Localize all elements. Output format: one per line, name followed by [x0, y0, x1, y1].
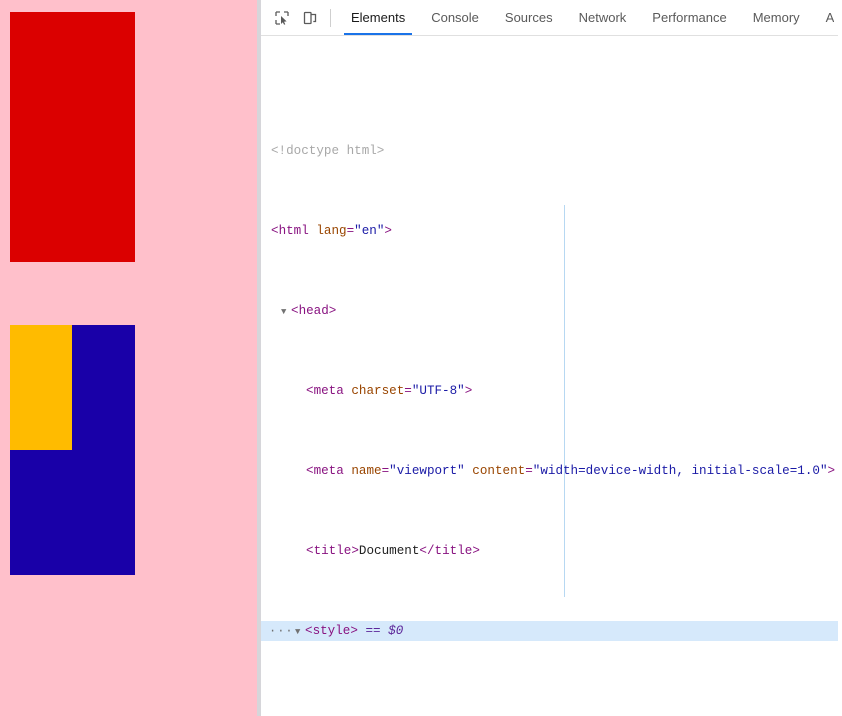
doctype-text: <!doctype html>: [271, 144, 385, 158]
attr-content-value: "width=device-width, initial-scale=1.0": [532, 464, 828, 478]
equals: =: [404, 384, 412, 398]
preview-box3: [10, 325, 72, 450]
dom-line-meta-charset[interactable]: <meta charset="UTF-8">: [261, 381, 838, 401]
angle-open: <: [306, 384, 314, 398]
angle-close: >: [328, 304, 337, 318]
angle-open: <: [306, 544, 314, 558]
devtools-panel: Elements Console Sources Network Perform…: [261, 0, 838, 716]
angle-open-slash: </: [419, 544, 435, 558]
attr-lang: lang: [316, 224, 347, 238]
tab-application[interactable]: A: [813, 0, 835, 35]
tag-title-close: title: [434, 544, 473, 558]
attr-lang-value: "en": [354, 224, 385, 238]
angle-open: <: [271, 224, 279, 238]
tab-memory[interactable]: Memory: [740, 0, 813, 35]
tab-elements[interactable]: Elements: [338, 0, 418, 35]
devtools-tab-strip: Elements Console Sources Network Perform…: [338, 0, 838, 35]
indent-guide: [564, 205, 565, 597]
angle-close: >: [472, 544, 480, 558]
angle-close: >: [827, 464, 836, 478]
inspect-element-icon[interactable]: [268, 0, 296, 35]
dom-line-title[interactable]: <title>Document</title>: [261, 541, 838, 561]
dom-tree[interactable]: <!doctype html> <html lang="en"> ▼ <head>…: [261, 36, 838, 716]
title-text: Document: [358, 544, 420, 558]
expand-triangle-head[interactable]: ▼: [281, 302, 291, 322]
tag-html: html: [278, 224, 309, 238]
dom-line-style-selected[interactable]: ··· ▼ <style> == $0: [261, 621, 838, 641]
angle-close: >: [464, 384, 473, 398]
tab-performance[interactable]: Performance: [639, 0, 739, 35]
dom-line-head-open[interactable]: ▼ <head>: [261, 301, 838, 321]
tag-title: title: [313, 544, 352, 558]
attr-charset-value: "UTF-8": [411, 384, 465, 398]
tag-meta: meta: [313, 464, 344, 478]
tag-meta: meta: [313, 384, 344, 398]
tab-console[interactable]: Console: [418, 0, 492, 35]
attr-name-value: "viewport": [389, 464, 465, 478]
devtools-window: Elements Console Sources Network Perform…: [0, 0, 842, 716]
attr-charset: charset: [351, 384, 405, 398]
preview-box1: [10, 12, 135, 262]
rendered-page-preview: [0, 0, 261, 716]
devtools-toolbar: Elements Console Sources Network Perform…: [261, 0, 838, 36]
tab-network[interactable]: Network: [566, 0, 640, 35]
attr-name: name: [351, 464, 382, 478]
toolbar-separator: [330, 8, 331, 27]
equals: =: [525, 464, 533, 478]
more-options-badge[interactable]: ···: [269, 621, 294, 641]
angle-open: <: [305, 624, 313, 638]
tab-sources[interactable]: Sources: [492, 0, 566, 35]
tag-head: head: [298, 304, 329, 318]
dom-line-html-open[interactable]: <html lang="en">: [261, 221, 838, 241]
angle-open: <: [291, 304, 299, 318]
dom-line-doctype[interactable]: <!doctype html>: [261, 141, 838, 161]
device-toolbar-icon[interactable]: [296, 0, 324, 35]
angle-close: >: [351, 544, 359, 558]
selected-node-marker: == $0: [365, 624, 404, 638]
angle-close: >: [350, 624, 358, 638]
preview-box2: [10, 325, 135, 575]
attr-content: content: [472, 464, 526, 478]
angle-close: >: [384, 224, 392, 238]
angle-open: <: [306, 464, 314, 478]
tag-style: style: [312, 624, 351, 638]
expand-triangle-style[interactable]: ▼: [295, 622, 305, 642]
dom-line-meta-viewport[interactable]: <meta name="viewport" content="width=dev…: [261, 461, 838, 481]
